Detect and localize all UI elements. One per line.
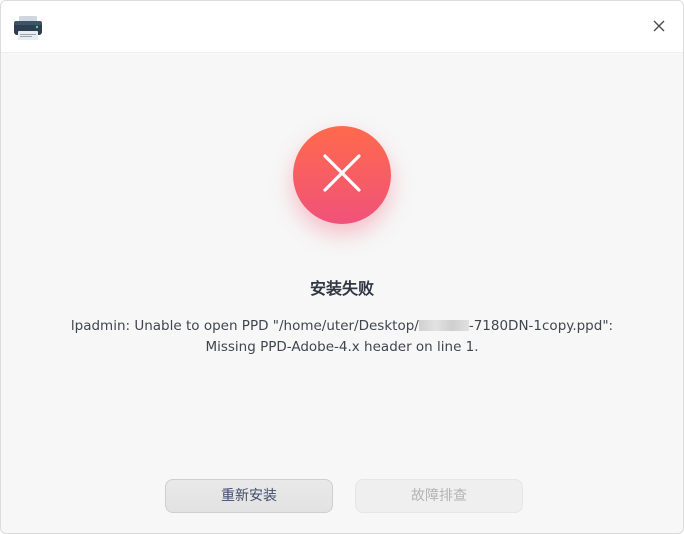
- status-title: 安装失败: [309, 279, 374, 298]
- printer-icon: [13, 15, 43, 41]
- close-button[interactable]: [645, 13, 673, 41]
- troubleshoot-button[interactable]: 故障排查: [355, 479, 523, 513]
- titlebar: [1, 1, 683, 53]
- reinstall-button[interactable]: 重新安装: [165, 479, 333, 513]
- error-x-icon: [320, 151, 364, 199]
- error-message: lpadmin: Unable to open PPD "/home/uter/…: [41, 316, 643, 358]
- error-message-path-start: lpadmin: Unable to open PPD "/home/uter/…: [70, 318, 419, 334]
- error-message-line-1: lpadmin: Unable to open PPD "/home/uter/…: [41, 316, 643, 337]
- error-status-icon: [293, 126, 391, 224]
- close-icon: [652, 18, 666, 37]
- redacted-text: [418, 320, 469, 331]
- error-message-line-2: Missing PPD-Adobe-4.x header on line 1.: [205, 339, 479, 355]
- install-result-dialog: 安装失败 lpadmin: Unable to open PPD "/home/…: [0, 0, 684, 534]
- error-message-path-end: -7180DN-1copy.ppd":: [468, 318, 614, 334]
